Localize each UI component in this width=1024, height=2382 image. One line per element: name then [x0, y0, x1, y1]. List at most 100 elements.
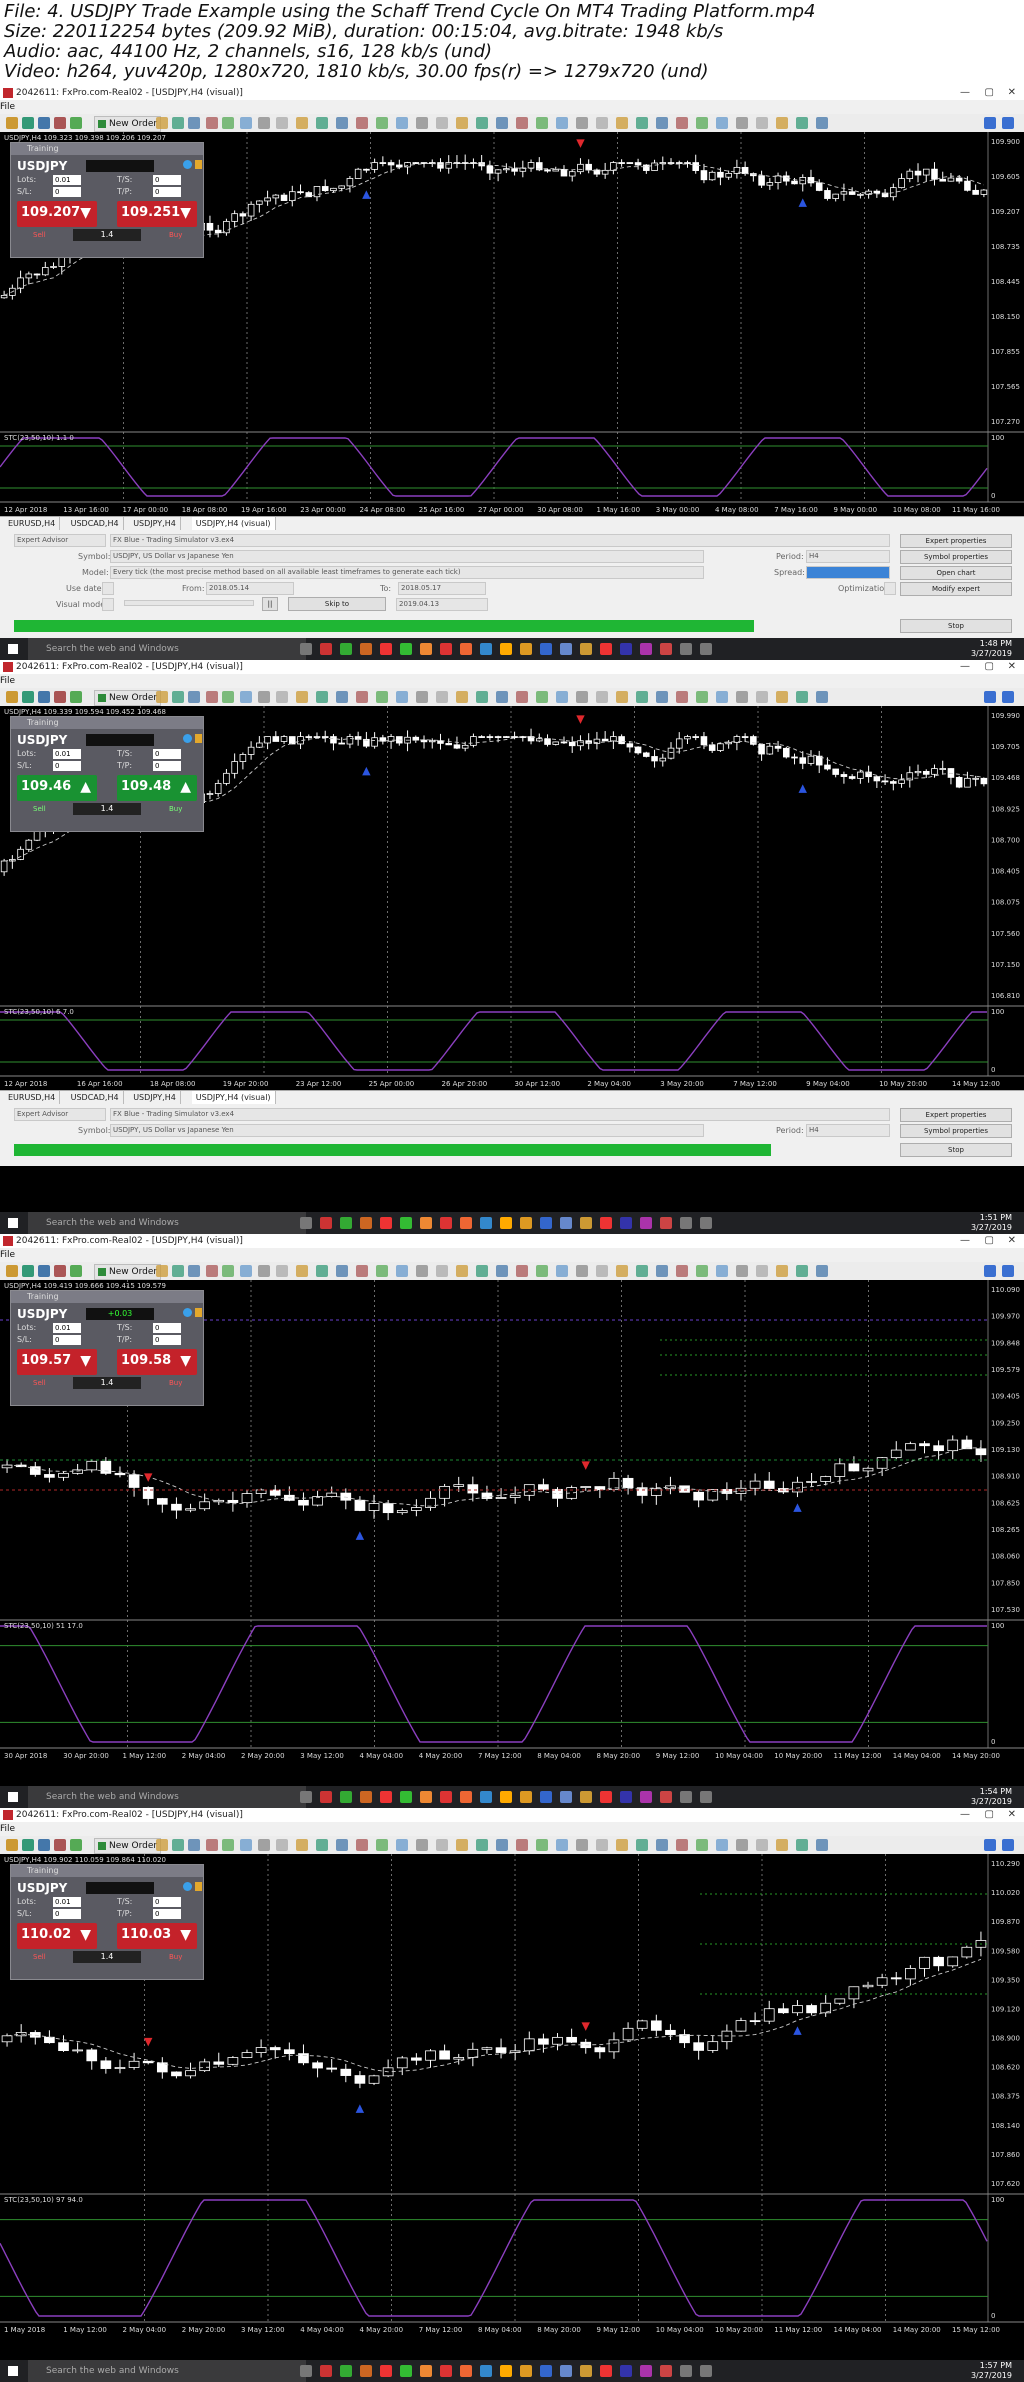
tp-input[interactable]: 0: [153, 761, 181, 771]
toolbar-button[interactable]: [376, 1265, 388, 1277]
toolbar-button[interactable]: [188, 117, 200, 129]
taskbar-app-icon[interactable]: [640, 2365, 652, 2377]
sell-button[interactable]: 109.46 ▲: [17, 775, 97, 801]
toolbar-button[interactable]: [54, 1265, 66, 1277]
toolbar-button[interactable]: [240, 691, 252, 703]
taskbar-app-icon[interactable]: [560, 643, 572, 655]
toolbar-button[interactable]: [736, 691, 748, 703]
toolbar-button[interactable]: [596, 1839, 608, 1851]
taskbar-app-icon[interactable]: [360, 1217, 372, 1229]
taskbar-search-box[interactable]: Search the web and Windows: [28, 1786, 306, 1808]
toolbar-button[interactable]: [576, 691, 588, 703]
menu-file[interactable]: File: [0, 1822, 1024, 1836]
toolbar-button[interactable]: [636, 691, 648, 703]
taskbar-search-box[interactable]: Search the web and Windows: [28, 2360, 306, 2382]
toolbar-button[interactable]: [296, 691, 308, 703]
expert-properties-button[interactable]: Expert properties: [900, 1108, 1012, 1122]
settings-icon[interactable]: [183, 1308, 192, 1317]
toolbar-button[interactable]: [496, 691, 508, 703]
taskbar-app-icon[interactable]: [700, 1791, 712, 1803]
toolbar-button[interactable]: [54, 1839, 66, 1851]
toolbar-button[interactable]: [206, 691, 218, 703]
search-icon[interactable]: [984, 691, 996, 703]
maximize-button[interactable]: ▢: [985, 86, 994, 100]
taskbar-app-icon[interactable]: [460, 643, 472, 655]
toolbar-button[interactable]: [416, 1839, 428, 1851]
toolbar-button[interactable]: [676, 691, 688, 703]
sell-button[interactable]: 109.57 ▼: [17, 1349, 97, 1375]
taskbar-app-icon[interactable]: [540, 1217, 552, 1229]
taskbar-search-box[interactable]: Search the web and Windows: [28, 1212, 306, 1234]
taskbar-app-icon[interactable]: [320, 1791, 332, 1803]
lots-input[interactable]: 0.01: [53, 1323, 81, 1333]
ea-name-select[interactable]: FX Blue - Trading Simulator v3.ex4: [110, 534, 890, 547]
taskbar-app-icon[interactable]: [420, 1791, 432, 1803]
taskbar-app-icon[interactable]: [420, 1217, 432, 1229]
taskbar-app-icon[interactable]: [500, 1791, 512, 1803]
toolbar-button[interactable]: [496, 117, 508, 129]
toolbar-button[interactable]: [240, 1265, 252, 1277]
buy-button[interactable]: 109.58 ▼: [117, 1349, 197, 1375]
toolbar-button[interactable]: [156, 691, 168, 703]
taskbar-app-icon[interactable]: [340, 1217, 352, 1229]
speed-slider[interactable]: [124, 600, 254, 606]
use-date-checkbox[interactable]: [102, 582, 114, 595]
toolbar-button[interactable]: [816, 117, 828, 129]
chart-tab[interactable]: USDJPY,H4: [129, 517, 181, 530]
toolbar-button[interactable]: [38, 1265, 50, 1277]
toolbar-button[interactable]: [436, 1265, 448, 1277]
toolbar-button[interactable]: [676, 1265, 688, 1277]
toolbar-button[interactable]: [336, 691, 348, 703]
toolbar-button[interactable]: [316, 1265, 328, 1277]
taskbar-app-icon[interactable]: [500, 1217, 512, 1229]
toolbar-button[interactable]: [156, 117, 168, 129]
expert-advisor-select[interactable]: Expert Advisor: [14, 1108, 106, 1121]
spread-select[interactable]: [806, 566, 890, 579]
taskbar-app-icon[interactable]: [620, 1791, 632, 1803]
toolbar-button[interactable]: [6, 117, 18, 129]
toolbar-button[interactable]: [296, 1839, 308, 1851]
toolbar-button[interactable]: [336, 117, 348, 129]
toolbar-button[interactable]: [556, 117, 568, 129]
toolbar-button[interactable]: [356, 1839, 368, 1851]
symbol-properties-button[interactable]: Symbol properties: [900, 1124, 1012, 1138]
taskbar-app-icon[interactable]: [620, 643, 632, 655]
visual-mode-checkbox[interactable]: [102, 598, 114, 611]
toolbar-button[interactable]: [456, 1839, 468, 1851]
toolbar-button[interactable]: [676, 117, 688, 129]
toolbar-button[interactable]: [616, 1839, 628, 1851]
toolbar-button[interactable]: [556, 1839, 568, 1851]
toolbar-button[interactable]: [736, 117, 748, 129]
ts-input[interactable]: 0: [153, 749, 181, 759]
taskbar-app-icon[interactable]: [440, 643, 452, 655]
taskbar-app-icon[interactable]: [540, 643, 552, 655]
toolbar-button[interactable]: [356, 691, 368, 703]
toolbar-button[interactable]: [436, 691, 448, 703]
toolbar-button[interactable]: [222, 1265, 234, 1277]
toolbar-button[interactable]: [796, 1265, 808, 1277]
toolbar-button[interactable]: [596, 691, 608, 703]
toolbar-button[interactable]: [456, 691, 468, 703]
toolbar-button[interactable]: [70, 691, 82, 703]
toolbar-button[interactable]: [516, 1265, 528, 1277]
taskbar-app-icon[interactable]: [700, 1217, 712, 1229]
toolbar-button[interactable]: [6, 1839, 18, 1851]
toolbar-button[interactable]: [476, 1839, 488, 1851]
taskbar-app-icon[interactable]: [640, 643, 652, 655]
toolbar-button[interactable]: [816, 1265, 828, 1277]
chart-icon[interactable]: [1002, 117, 1014, 129]
toolbar-button[interactable]: [416, 1265, 428, 1277]
lots-input[interactable]: 0.01: [53, 1897, 81, 1907]
minimize-button[interactable]: —: [960, 86, 970, 100]
toolbar-button[interactable]: [636, 117, 648, 129]
close-button[interactable]: ✕: [1008, 1234, 1016, 1248]
minimize-button[interactable]: —: [960, 1234, 970, 1248]
stop-button[interactable]: Stop: [900, 619, 1012, 633]
toolbar-button[interactable]: [656, 1839, 668, 1851]
menu-file[interactable]: File: [0, 100, 1024, 114]
chart-tab[interactable]: USDJPY,H4 (visual): [191, 1091, 276, 1104]
taskbar-app-icon[interactable]: [700, 643, 712, 655]
ts-input[interactable]: 0: [153, 1897, 181, 1907]
skip-to-button[interactable]: Skip to: [288, 597, 386, 611]
toolbar-button[interactable]: [22, 691, 34, 703]
